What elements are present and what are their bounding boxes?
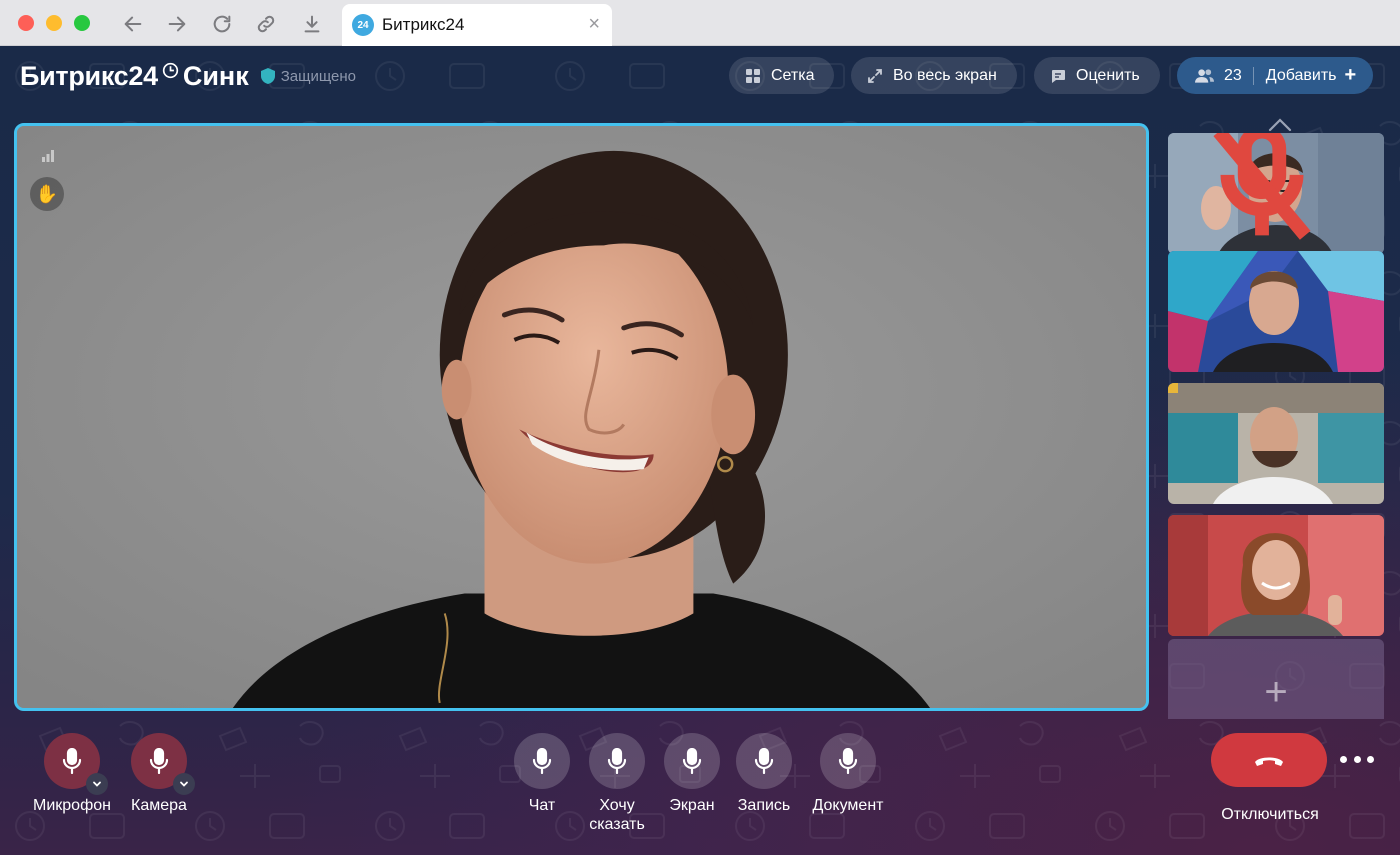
- tab-title: Битрикс24: [382, 15, 465, 34]
- add-participant-label: Добавить: [1265, 66, 1337, 84]
- signal-strength-icon: [42, 150, 54, 162]
- plus-icon: +: [1264, 669, 1288, 714]
- microphone-icon: [62, 748, 82, 774]
- bitrix24-logo-icon: 24: [352, 14, 374, 36]
- raised-hand-icon: ✋: [30, 177, 64, 211]
- participant-thumbnail-1[interactable]: [1168, 133, 1384, 254]
- rate-button[interactable]: Оценить: [1034, 57, 1160, 94]
- link-icon[interactable]: [251, 9, 281, 39]
- camera-button[interactable]: [131, 733, 195, 795]
- microphone-label: Микрофон: [33, 797, 111, 814]
- users-icon: [1195, 68, 1214, 83]
- raise-hand-control[interactable]: Хочу сказать: [582, 733, 652, 834]
- add-participant-tile[interactable]: +: [1168, 639, 1384, 719]
- microphone-icon: [532, 748, 552, 774]
- participants-count: 23: [1224, 66, 1242, 84]
- close-window-button[interactable]: [18, 15, 34, 31]
- divider: [1252, 66, 1254, 85]
- close-tab-icon[interactable]: ×: [588, 14, 600, 34]
- chevron-down-icon[interactable]: [86, 773, 108, 795]
- screen-share-control[interactable]: Экран: [657, 733, 727, 815]
- video-call-app: Битрикс24 Синк Защищено Сетка Во весь эк…: [0, 46, 1400, 855]
- camera-control[interactable]: Камера: [120, 733, 198, 815]
- maximize-window-button[interactable]: [74, 15, 90, 31]
- camera-label: Камера: [131, 797, 187, 814]
- product-name: Синк: [182, 60, 249, 91]
- clock-icon: [162, 62, 178, 78]
- microphone-icon: [149, 748, 169, 774]
- screen-label: Экран: [669, 797, 715, 814]
- phone-hangup-icon: [1255, 757, 1283, 766]
- fullscreen-label: Во весь экран: [893, 66, 997, 84]
- chat-label: Чат: [528, 797, 556, 814]
- microphone-control[interactable]: Микрофон: [32, 733, 112, 815]
- participant-thumbnail-4[interactable]: [1168, 515, 1384, 636]
- microphone-icon: [682, 748, 702, 774]
- download-icon[interactable]: [297, 9, 327, 39]
- record-button[interactable]: [736, 733, 792, 789]
- chevron-down-icon[interactable]: [173, 773, 195, 795]
- chevron-up-icon[interactable]: [1266, 116, 1294, 134]
- reload-icon[interactable]: [207, 9, 237, 39]
- raise-hand-label: Хочу сказать: [589, 797, 645, 833]
- plus-icon: +: [1344, 64, 1357, 86]
- muted-microphone-icon: [1213, 133, 1311, 240]
- grid-icon: [746, 68, 760, 83]
- chat-control[interactable]: Чат: [508, 733, 576, 815]
- browser-tab[interactable]: 24 Битрикс24 ×: [342, 4, 612, 46]
- microphone-icon: [754, 748, 774, 774]
- record-label: Запись: [737, 797, 791, 814]
- browser-chrome: 24 Битрикс24 ×: [0, 0, 1400, 46]
- document-button[interactable]: [820, 733, 876, 789]
- participant-thumbnail-2[interactable]: [1168, 251, 1384, 372]
- screen-share-button[interactable]: [664, 733, 720, 789]
- expand-icon: [868, 68, 882, 83]
- chat-button[interactable]: [514, 733, 570, 789]
- microphone-button[interactable]: [44, 733, 108, 795]
- shield-icon: [260, 68, 275, 84]
- participant-video-3: [1168, 383, 1384, 504]
- main-speaker-video[interactable]: ✋: [14, 123, 1149, 711]
- rate-label: Оценить: [1076, 66, 1140, 84]
- hangup-label: Отключиться: [1221, 806, 1319, 823]
- hangup-button[interactable]: [1211, 733, 1327, 787]
- participant-video-4: [1168, 515, 1384, 636]
- grid-view-button[interactable]: Сетка: [729, 57, 834, 94]
- secure-label: Защищено: [280, 67, 357, 85]
- minimize-window-button[interactable]: [46, 15, 62, 31]
- app-header: Битрикс24 Синк Защищено: [20, 58, 356, 94]
- document-label: Документ: [812, 797, 884, 814]
- brand-name: Битрикс24: [20, 60, 158, 91]
- participants-add-button[interactable]: 23 Добавить +: [1177, 57, 1373, 94]
- chat-bubble-icon: [1052, 69, 1065, 83]
- forward-arrow-icon[interactable]: [162, 9, 192, 39]
- record-control[interactable]: Запись: [729, 733, 799, 815]
- microphone-icon: [838, 748, 858, 774]
- fullscreen-button[interactable]: Во весь экран: [851, 57, 1017, 94]
- participant-video-2: [1168, 251, 1384, 372]
- back-arrow-icon[interactable]: [118, 9, 148, 39]
- speaker-video-frame: [17, 126, 1146, 708]
- document-control[interactable]: Документ: [803, 733, 893, 815]
- microphone-icon: [607, 748, 627, 774]
- raise-hand-button[interactable]: [589, 733, 645, 789]
- more-options-icon[interactable]: [1340, 749, 1374, 769]
- participant-thumbnail-3[interactable]: [1168, 383, 1384, 504]
- grid-view-label: Сетка: [771, 66, 815, 84]
